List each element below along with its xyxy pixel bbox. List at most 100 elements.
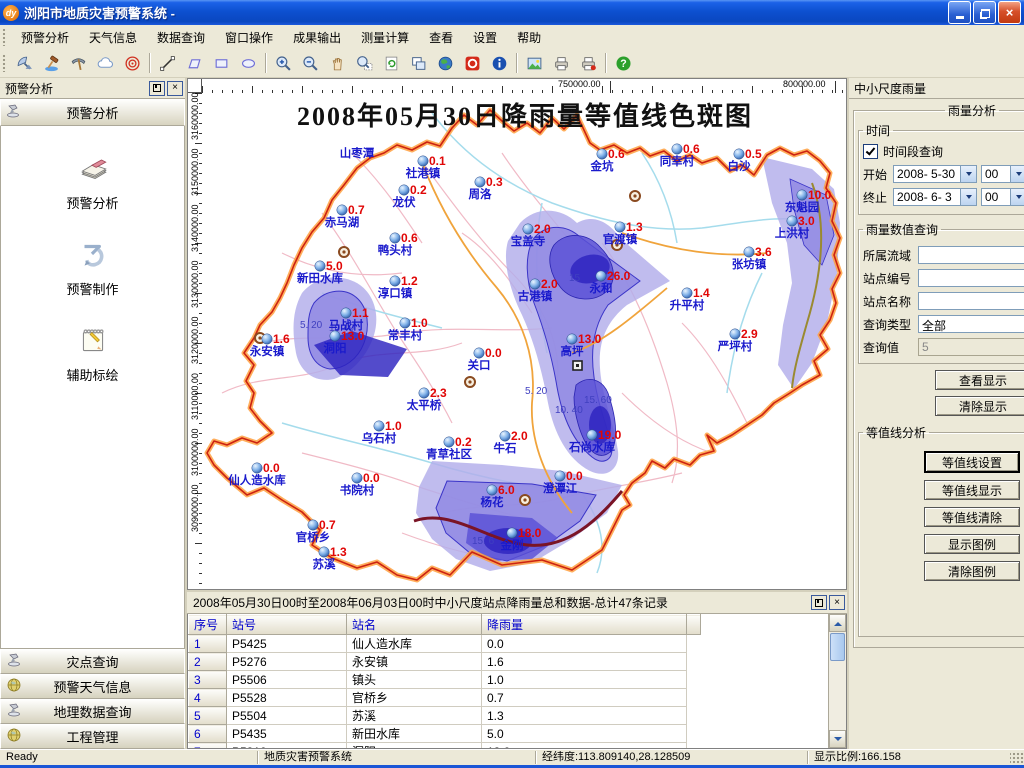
sidebar-bar-4[interactable]: 工程管理: [0, 724, 185, 749]
image-icon[interactable]: [521, 50, 548, 76]
table-row[interactable]: 4P5528官桥乡0.7: [189, 689, 701, 707]
copy-icon[interactable]: [405, 50, 432, 76]
status-system: 地质灾害预警系统: [258, 751, 536, 764]
satellite-icon[interactable]: [11, 50, 38, 76]
status-coordinates: 经纬度:113.809140,28.128509: [536, 751, 808, 764]
table-header[interactable]: 序号: [189, 615, 227, 635]
status-scale: 显示比例:166.158: [808, 751, 1010, 764]
sidebar-bar-1[interactable]: 灾点查询: [0, 649, 185, 674]
left-panel-group-header[interactable]: 预警分析: [0, 99, 185, 126]
sidebar-bar-3[interactable]: 地理数据查询: [0, 699, 185, 724]
toolbar-grip[interactable]: [2, 54, 7, 72]
table-header[interactable]: 站号: [227, 615, 347, 635]
dropdown-arrow-icon[interactable]: [960, 189, 976, 205]
left-panel-pin-button[interactable]: [149, 81, 165, 96]
pick-icon[interactable]: [65, 50, 92, 76]
cloud-icon[interactable]: [92, 50, 119, 76]
end-hour-combo[interactable]: 00: [981, 188, 1024, 206]
rectangle-icon[interactable]: [208, 50, 235, 76]
dropdown-arrow-icon[interactable]: [1010, 189, 1024, 205]
scroll-down-button[interactable]: [829, 730, 846, 748]
table-row[interactable]: 7P5310洞阳13.0: [189, 743, 701, 749]
scroll-up-button[interactable]: [829, 614, 846, 632]
zoom-in-icon[interactable]: [270, 50, 297, 76]
menu-item-6[interactable]: 测量计算: [351, 25, 419, 50]
left-panel-close-button[interactable]: ×: [167, 81, 183, 96]
restore-button[interactable]: [973, 1, 996, 24]
station-name-input[interactable]: [918, 292, 1024, 310]
query-value-input[interactable]: [918, 338, 1024, 356]
sidebar-item-1[interactable]: 预警分析: [1, 152, 184, 212]
station-no-input[interactable]: [918, 269, 1024, 287]
globe-icon[interactable]: [432, 50, 459, 76]
station-value: 2.0: [541, 277, 558, 291]
sidebar-item-2[interactable]: 预警制作: [1, 238, 184, 298]
table-header[interactable]: 站名: [347, 615, 482, 635]
minimize-button[interactable]: [948, 1, 971, 24]
scroll-thumb[interactable]: [830, 633, 845, 661]
table-row[interactable]: 3P5506镇头1.0: [189, 671, 701, 689]
sidebar-bar-2[interactable]: 预警天气信息: [0, 674, 185, 699]
ellipse-icon[interactable]: [235, 50, 262, 76]
dropdown-arrow-icon[interactable]: [1010, 166, 1024, 182]
menu-item-8[interactable]: 设置: [463, 25, 507, 50]
menu-item-2[interactable]: 天气信息: [79, 25, 147, 50]
menu-item-4[interactable]: 窗口操作: [215, 25, 283, 50]
contour-button-5[interactable]: 清除图例: [924, 561, 1020, 581]
zoom-out-icon[interactable]: [297, 50, 324, 76]
dropdown-arrow-icon[interactable]: [960, 166, 976, 182]
refresh-icon[interactable]: [378, 50, 405, 76]
contour-button-4[interactable]: 显示图例: [924, 534, 1020, 554]
contour-button-3[interactable]: 等值线清除: [924, 507, 1020, 527]
info-icon[interactable]: [486, 50, 513, 76]
menu-item-1[interactable]: 预警分析: [11, 25, 79, 50]
resize-grip[interactable]: [1010, 751, 1024, 764]
print-icon[interactable]: [548, 50, 575, 76]
line-icon[interactable]: [154, 50, 181, 76]
start-hour-value: 00: [982, 166, 1010, 182]
pan-icon[interactable]: [324, 50, 351, 76]
table-scrollbar[interactable]: [828, 614, 846, 748]
help-icon[interactable]: ?: [610, 50, 637, 76]
polygon-icon[interactable]: [181, 50, 208, 76]
menu-item-9[interactable]: 帮助: [507, 25, 551, 50]
menu-item-5[interactable]: 成果输出: [283, 25, 351, 50]
table-cell: 5.0: [482, 725, 687, 743]
scroll-track[interactable]: [829, 662, 846, 730]
table-row[interactable]: 5P5504苏溪1.3: [189, 707, 701, 725]
start-hour-combo[interactable]: 00: [981, 165, 1024, 183]
start-date-combo[interactable]: 2008- 5-30: [893, 165, 977, 183]
time-range-checkbox[interactable]: [863, 144, 878, 159]
hammer-icon[interactable]: [38, 50, 65, 76]
station-name-label: 站点名称: [863, 293, 918, 310]
station-marker: 0.3周洛: [469, 175, 504, 201]
clear-display-button[interactable]: 清除显示: [935, 396, 1024, 416]
result-window-pin-button[interactable]: [811, 595, 827, 610]
contour-button-1[interactable]: 等值线设置: [924, 451, 1020, 473]
basin-combo[interactable]: [918, 246, 1024, 264]
menu-item-7[interactable]: 查看: [419, 25, 463, 50]
table-cell: 苏溪: [347, 707, 482, 725]
map-canvas[interactable]: 5. 2010.40155. 2015. 6010. 4015. 60.1社港镇…: [202, 93, 846, 589]
zoom-window-icon[interactable]: [351, 50, 378, 76]
show-display-button[interactable]: 查看显示: [935, 370, 1024, 390]
sidebar-item-3[interactable]: 辅助标绘: [1, 324, 184, 384]
table-header[interactable]: 降雨量: [482, 615, 687, 635]
table-row[interactable]: 6P5435新田水库5.0: [189, 725, 701, 743]
menu-item-3[interactable]: 数据查询: [147, 25, 215, 50]
station-value: 0.7: [319, 518, 336, 532]
end-date-combo[interactable]: 2008- 6- 3: [893, 188, 977, 206]
sidebar-item-label: 预警制作: [1, 279, 184, 298]
target-icon[interactable]: [119, 50, 146, 76]
query-type-combo[interactable]: 全部: [918, 315, 1024, 333]
close-button[interactable]: ×: [998, 1, 1021, 24]
result-window-close-button[interactable]: ×: [829, 595, 845, 610]
table-row[interactable]: 2P5276永安镇1.6: [189, 653, 701, 671]
table-row[interactable]: 1P5425仙人造水库0.0: [189, 635, 701, 653]
stop-icon[interactable]: [459, 50, 486, 76]
print-setup-icon[interactable]: [575, 50, 602, 76]
app-icon[interactable]: dy: [3, 5, 19, 21]
menu-grip[interactable]: [2, 28, 7, 46]
station-name: 永和: [589, 281, 613, 295]
contour-button-2[interactable]: 等值线显示: [924, 480, 1020, 500]
